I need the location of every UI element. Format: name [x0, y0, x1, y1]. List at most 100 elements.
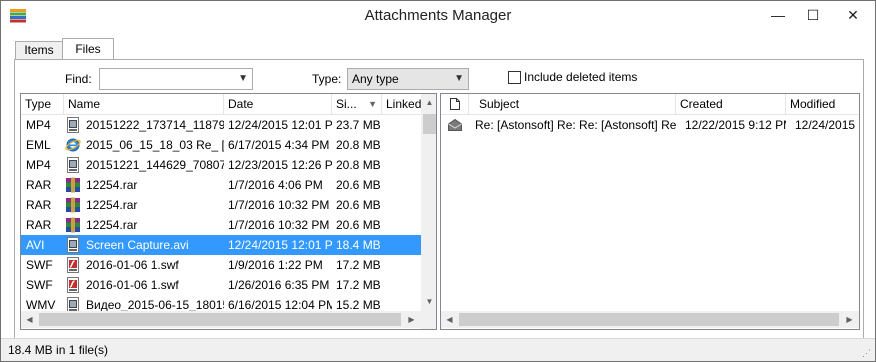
internet-explorer-icon [65, 137, 81, 153]
rar-archive-icon [65, 197, 81, 213]
file-linked [383, 215, 421, 235]
file-type: EML [26, 138, 51, 152]
minimize-button[interactable]: — [761, 1, 795, 29]
column-header-type[interactable]: Type [21, 94, 64, 114]
file-date: 1/26/2016 6:35 PM [228, 278, 330, 292]
attachments-manager-window: Attachments Manager — ☐ ✕ Items Files Fi… [0, 0, 876, 362]
message-modified: 12/24/2015 1 [795, 118, 858, 132]
file-linked [383, 275, 421, 295]
tab-files[interactable]: Files [62, 38, 114, 61]
scroll-down-icon[interactable]: ▼ [421, 297, 436, 306]
file-type: MP4 [26, 118, 51, 132]
file-type: SWF [26, 258, 53, 272]
file-row[interactable]: MP4 20151222_173714_1187929 12/24/2015 12:… [21, 115, 436, 135]
files-list-header: Type Name Date Si... ▼ Linked [21, 94, 436, 115]
column-header-subject[interactable]: Subject [469, 94, 676, 114]
file-name: 12254.rar [86, 198, 138, 212]
file-date: 1/7/2016 10:32 PM [228, 198, 330, 212]
chevron-down-icon[interactable]: ▼ [238, 73, 248, 84]
file-size: 20.8 MB [336, 158, 381, 172]
message-row[interactable]: Re: [Astonsoft] Re: Re: [Astonsoft] Re: … [441, 115, 859, 135]
file-row[interactable]: SWF 2016-01-06 1.swf 1/9/2016 1:22 PM 17.2 … [21, 255, 436, 275]
file-row[interactable]: RAR 12254.rar 1/7/2016 10:32 PM 20.6 MB [21, 215, 436, 235]
files-tab-panel: Find: ▼ Type: Any type ▼ Include deleted… [14, 59, 864, 339]
file-row[interactable]: RAR 12254.rar 1/7/2016 4:06 PM 20.6 MB [21, 175, 436, 195]
column-header-created[interactable]: Created [676, 94, 786, 114]
maximize-button[interactable]: ☐ [796, 1, 830, 29]
file-date: 12/23/2015 12:26 PM [228, 158, 332, 172]
file-name: 2016-01-06 1.swf [86, 278, 179, 292]
file-name: 12254.rar [86, 218, 138, 232]
files-list[interactable]: Type Name Date Si... ▼ Linked MP4 2015122… [20, 93, 437, 330]
scroll-right-icon[interactable]: ▶ [841, 315, 858, 324]
scroll-left-icon[interactable]: ◀ [21, 315, 38, 324]
file-row[interactable]: SWF 2016-01-06 1.swf 1/26/2016 6:35 PM 17.2… [21, 275, 436, 295]
file-size: 18.4 MB [336, 238, 381, 252]
flash-file-icon [65, 257, 81, 273]
column-header-name[interactable]: Name [64, 94, 224, 114]
file-date: 6/17/2015 4:34 PM [228, 138, 330, 152]
file-linked [383, 115, 421, 135]
file-date: 1/7/2016 10:32 PM [228, 218, 330, 232]
files-vertical-scrollbar[interactable]: ▲ ▼ [421, 94, 436, 329]
column-header-document[interactable] [441, 94, 469, 114]
column-header-linked[interactable]: Linked [382, 94, 422, 114]
envelope-icon [448, 119, 462, 131]
video-file-icon [65, 157, 81, 173]
column-header-modified[interactable]: Modified [786, 94, 859, 114]
file-type: RAR [26, 198, 52, 212]
file-type: RAR [26, 218, 52, 232]
rar-archive-icon [65, 217, 81, 233]
include-deleted-checkbox[interactable] [508, 71, 521, 84]
window-title: Attachments Manager [364, 7, 512, 24]
chevron-down-icon[interactable]: ▼ [454, 73, 464, 84]
file-linked [383, 135, 421, 155]
file-date: 12/24/2015 12:01 PM [228, 238, 332, 252]
file-size: 20.6 MB [336, 178, 381, 192]
file-row[interactable]: AVI Screen Capture.avi 12/24/2015 12:01 PM… [21, 235, 436, 255]
column-header-size-label: Si... [336, 97, 357, 111]
horizontal-scroll-thumb[interactable] [39, 313, 401, 326]
resize-grip-icon[interactable]: ⋰ [862, 348, 872, 358]
messages-list[interactable]: Subject Created Modified Re: [Astonsoft]… [440, 93, 860, 330]
file-name: 12254.rar [86, 178, 138, 192]
file-linked [383, 155, 421, 175]
find-combobox[interactable]: ▼ [99, 68, 253, 90]
rar-archive-icon [65, 177, 81, 193]
column-header-date[interactable]: Date [224, 94, 332, 114]
close-button[interactable]: ✕ [831, 1, 875, 29]
vertical-scroll-thumb[interactable] [423, 114, 436, 134]
file-row[interactable]: RAR 12254.rar 1/7/2016 10:32 PM 20.6 MB [21, 195, 436, 215]
file-row[interactable]: MP4 20151221_144629_7080794 12/23/2015 12:… [21, 155, 436, 175]
file-date: 1/9/2016 1:22 PM [228, 258, 323, 272]
title-bar[interactable]: Attachments Manager — ☐ ✕ [1, 1, 875, 31]
file-date: 1/7/2016 4:06 PM [228, 178, 323, 192]
file-size: 17.2 MB [336, 278, 381, 292]
scroll-up-icon[interactable]: ▲ [421, 98, 436, 107]
message-created: 12/22/2015 9:12 PM [685, 118, 786, 132]
messages-horizontal-scrollbar[interactable]: ◀ ▶ [441, 311, 859, 328]
type-select[interactable]: Any type ▼ [347, 68, 469, 90]
file-linked [383, 175, 421, 195]
column-header-size[interactable]: Si... ▼ [332, 94, 382, 114]
file-size: 20.6 MB [336, 218, 381, 232]
file-name: 20151222_173714_1187929 [86, 118, 224, 132]
include-deleted-label[interactable]: Include deleted items [524, 70, 637, 84]
file-name: 2015_06_15_18_03 Re_ [Ast [86, 138, 224, 152]
type-label: Type: [312, 72, 342, 86]
sort-descending-icon: ▼ [368, 99, 377, 109]
file-linked [383, 195, 421, 215]
file-name: 20151221_144629_7080794 [86, 158, 224, 172]
tab-items[interactable]: Items [15, 41, 63, 60]
scroll-right-icon[interactable]: ▶ [403, 315, 420, 324]
file-linked [383, 255, 421, 275]
file-type: AVI [26, 238, 45, 252]
file-date: 12/24/2015 12:01 PM [228, 118, 332, 132]
horizontal-scroll-thumb[interactable] [459, 313, 839, 326]
files-horizontal-scrollbar[interactable]: ◀ ▶ [21, 311, 421, 328]
file-type: MP4 [26, 158, 51, 172]
file-size: 23.7 MB [336, 118, 381, 132]
file-row[interactable]: EML 2015_06_15_18_03 Re_ [Ast 6/17/2015 4:… [21, 135, 436, 155]
type-value: Any type [352, 72, 399, 86]
scroll-left-icon[interactable]: ◀ [441, 315, 458, 324]
